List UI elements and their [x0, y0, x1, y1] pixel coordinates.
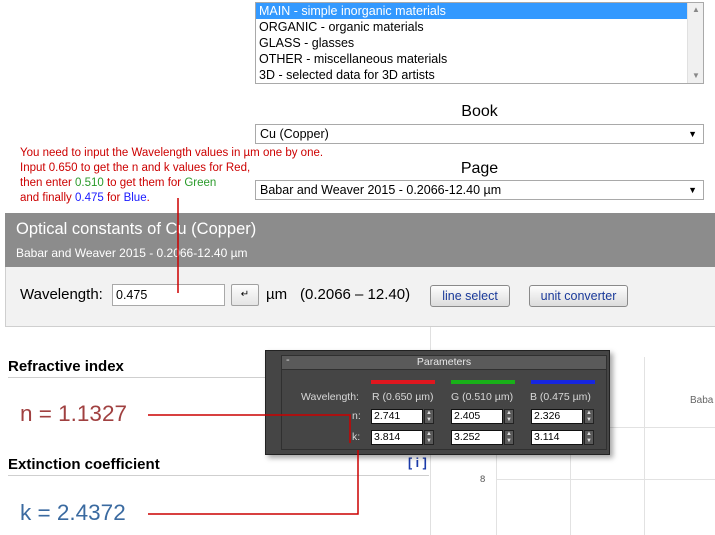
callout-lines: [148, 198, 359, 515]
callout-k-line: [148, 450, 359, 515]
callout-n-line: [148, 414, 351, 443]
